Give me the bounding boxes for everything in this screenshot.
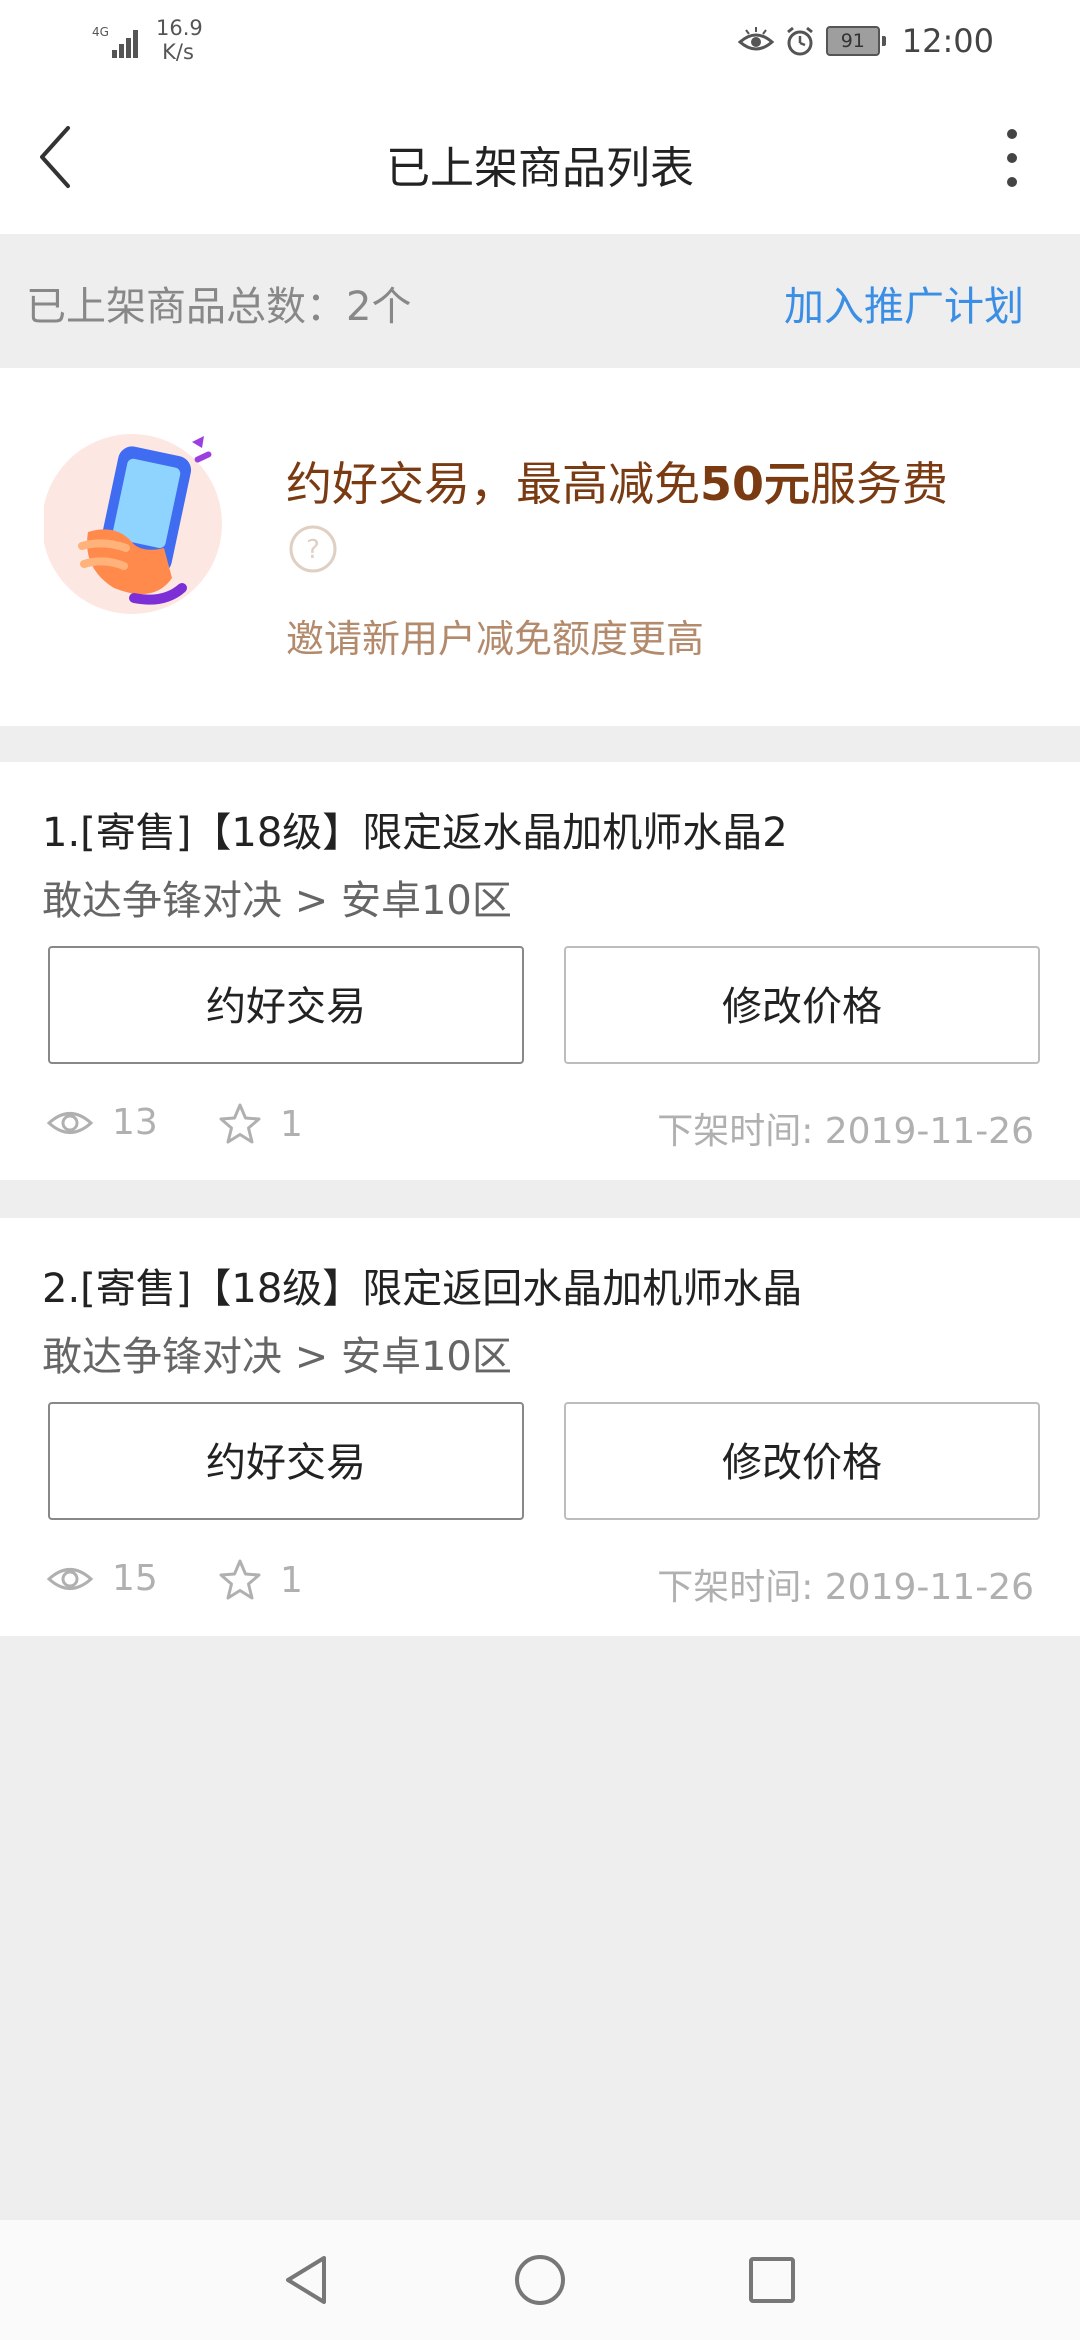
phone-in-hand-illustration <box>44 434 222 614</box>
listing-game-server: 敢达争锋对决 > 安卓10区 <box>42 1334 512 1380</box>
eye-icon <box>46 1567 94 1590</box>
listing-card[interactable]: 1.[寄售]【18级】限定返水晶加机师水晶2 敢达争锋对决 > 安卓10区 约好… <box>0 762 1080 1180</box>
clock: 12:00 <box>901 22 994 60</box>
listing-game-server: 敢达争锋对决 > 安卓10区 <box>42 878 512 924</box>
summary-bar: 已上架商品总数：2个 加入推广计划 <box>0 234 1080 368</box>
delist-time: 下架时间: 2019-11-26 <box>657 1567 1034 1608</box>
page-title: 已上架商品列表 <box>386 143 694 194</box>
star-icon <box>219 1559 261 1600</box>
help-button[interactable]: ? <box>288 524 338 574</box>
listing-title: 2.[寄售]【18级】限定返回水晶加机师水晶 <box>42 1266 803 1312</box>
nav-back-button[interactable] <box>278 2250 338 2310</box>
listing-title: 1.[寄售]【18级】限定返水晶加机师水晶2 <box>42 810 788 856</box>
battery-icon: 91 <box>825 26 886 56</box>
promo-title: 约好交易，最高减免50元服务费 <box>286 457 949 511</box>
eye-icon <box>46 1111 94 1134</box>
more-vertical-icon <box>1007 129 1017 187</box>
svg-text:?: ? <box>306 535 320 565</box>
listing-count: 已上架商品总数：2个 <box>26 284 412 330</box>
favorite-count: 1 <box>218 1558 303 1602</box>
signal-icon: 4G <box>92 25 138 58</box>
system-nav-bar <box>0 2220 1080 2340</box>
more-options-button[interactable] <box>1002 126 1042 206</box>
alarm-icon <box>786 26 813 56</box>
triangle-back-icon <box>286 2256 326 2304</box>
star-icon <box>219 1103 261 1144</box>
nav-recents-button[interactable] <box>742 2250 802 2310</box>
edit-price-button[interactable]: 修改价格 <box>564 1402 1040 1520</box>
promo-banner[interactable]: 约好交易，最高减免50元服务费 ? 邀请新用户减免额度更高 <box>0 368 1080 726</box>
view-count: 15 <box>46 1558 158 1599</box>
network-speed: 16.9 K/s <box>156 16 203 64</box>
view-count: 13 <box>46 1102 158 1143</box>
app-header: 已上架商品列表 <box>0 86 1080 234</box>
join-promotion-link[interactable]: 加入推广计划 <box>784 274 1024 332</box>
deal-button[interactable]: 约好交易 <box>48 1402 524 1520</box>
nav-home-button[interactable] <box>510 2250 570 2310</box>
status-bar: 4G 16.9 K/s 91 12:00 <box>0 0 1080 86</box>
promo-subtitle: 邀请新用户减免额度更高 <box>286 617 705 661</box>
delist-time: 下架时间: 2019-11-26 <box>657 1111 1034 1152</box>
favorite-count: 1 <box>218 1102 303 1146</box>
question-circle-icon: ? <box>289 525 337 573</box>
eye-comfort-icon <box>737 27 774 51</box>
circle-home-icon <box>515 2255 565 2305</box>
listing-card[interactable]: 2.[寄售]【18级】限定返回水晶加机师水晶 敢达争锋对决 > 安卓10区 约好… <box>0 1218 1080 1636</box>
square-recents-icon <box>749 2257 795 2303</box>
edit-price-button[interactable]: 修改价格 <box>564 946 1040 1064</box>
deal-button[interactable]: 约好交易 <box>48 946 524 1064</box>
svg-text:4G: 4G <box>92 25 109 39</box>
